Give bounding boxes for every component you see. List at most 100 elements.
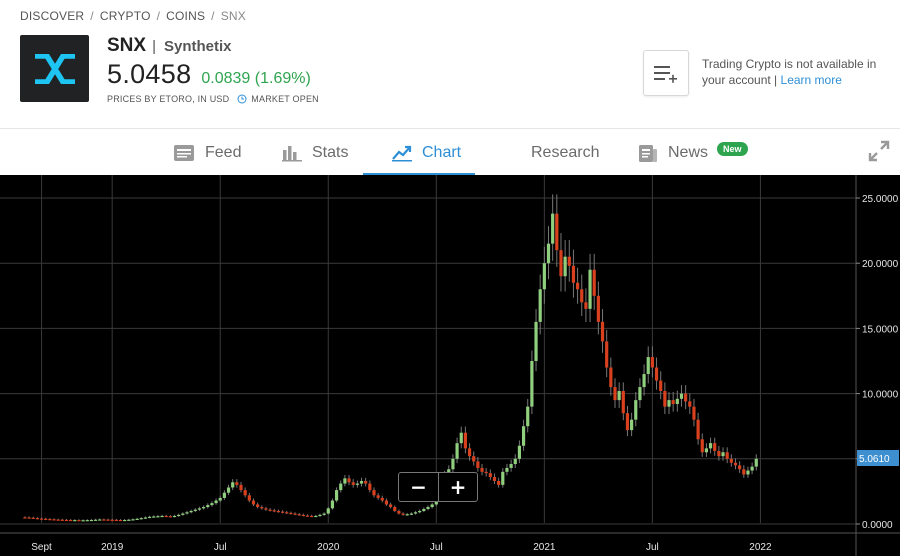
candle-body xyxy=(347,478,351,483)
candle-body xyxy=(268,509,272,511)
x-tick-label: 2020 xyxy=(317,542,340,553)
candle-body xyxy=(663,390,667,407)
stats-icon xyxy=(282,144,302,162)
price-source-line: PRICES BY ETORO, IN USD MARKET OPEN xyxy=(107,94,319,104)
candle-body xyxy=(409,513,413,515)
zoom-controls: − + xyxy=(398,472,478,502)
candle-body xyxy=(671,400,675,405)
candle-body xyxy=(463,432,467,449)
candle-body xyxy=(226,487,231,493)
feed-icon xyxy=(173,144,195,162)
price-chart[interactable]: 25.000020.000015.000010.00005.00000.0000… xyxy=(0,175,900,556)
candle-body xyxy=(202,507,206,509)
candle-body xyxy=(621,390,625,414)
y-tick-label: 15.0000 xyxy=(862,324,899,335)
tab-research[interactable]: Research xyxy=(531,129,599,176)
candle-body xyxy=(538,289,542,322)
candle-body xyxy=(401,513,405,515)
breadcrumb-crypto[interactable]: CRYPTO xyxy=(100,9,151,23)
candle-body xyxy=(733,462,738,466)
candle-body xyxy=(509,464,513,468)
candle-body xyxy=(77,520,81,522)
tab-news[interactable]: News New xyxy=(638,129,748,176)
candle-body xyxy=(551,213,555,244)
candle-body xyxy=(310,515,314,518)
candle-body xyxy=(617,390,621,401)
candle-body xyxy=(39,518,44,520)
candle-body xyxy=(276,510,281,513)
candle-body xyxy=(235,482,239,485)
add-to-watchlist-button[interactable] xyxy=(643,50,689,96)
tab-chart[interactable]: Chart xyxy=(392,129,461,176)
candle-body xyxy=(334,490,339,501)
x-tick-label: Jul xyxy=(646,542,659,553)
candle-body xyxy=(667,400,671,407)
candle-body xyxy=(364,480,368,484)
asset-price: 5.0458 xyxy=(107,59,192,89)
candle-body xyxy=(746,470,750,475)
tab-stats[interactable]: Stats xyxy=(282,129,348,176)
title-separator: | xyxy=(152,38,156,55)
candle-body xyxy=(517,445,522,459)
price-source: PRICES BY ETORO, IN USD xyxy=(107,94,230,104)
candle-body xyxy=(754,458,758,467)
candle-body xyxy=(326,508,330,514)
candle-body xyxy=(251,500,256,505)
tab-feed[interactable]: Feed xyxy=(173,129,241,176)
breadcrumb-discover[interactable]: DISCOVER xyxy=(20,9,84,23)
candle-body xyxy=(98,519,102,521)
candle-body xyxy=(69,519,73,522)
candle-body xyxy=(85,520,89,522)
candle-body xyxy=(297,514,301,516)
candle-body xyxy=(646,357,650,375)
fullscreen-button[interactable] xyxy=(868,140,890,167)
candle-body xyxy=(725,452,729,459)
candle-body xyxy=(172,515,177,518)
breadcrumb-coins[interactable]: COINS xyxy=(166,9,205,23)
candle-body xyxy=(123,519,127,522)
candle-body xyxy=(708,443,713,449)
candle-body xyxy=(256,504,260,508)
candle-body xyxy=(372,490,376,496)
tab-label: Research xyxy=(531,143,600,161)
learn-more-link[interactable]: Learn more xyxy=(781,73,842,87)
candle-body xyxy=(546,243,551,264)
candle-body xyxy=(185,512,189,514)
tab-label: News xyxy=(668,143,709,161)
breadcrumb-separator: / xyxy=(211,9,215,23)
candle-body xyxy=(650,357,654,368)
candle-body xyxy=(692,406,696,420)
candle-body xyxy=(147,516,152,519)
candle-body xyxy=(289,512,293,515)
trading-notice: Trading Crypto is not available in your … xyxy=(702,56,882,88)
candle-body xyxy=(48,519,52,521)
asset-title: SNX | Synthetix xyxy=(107,35,232,57)
candle-body xyxy=(322,513,326,515)
candle-body xyxy=(114,519,118,522)
candle-body xyxy=(638,387,642,401)
candle-body xyxy=(534,321,538,361)
candle-body xyxy=(393,507,397,511)
candle-body xyxy=(704,448,709,453)
candle-body xyxy=(738,465,742,470)
candle-body xyxy=(64,519,69,522)
candle-body xyxy=(679,393,684,399)
candle-body xyxy=(588,269,592,309)
candle-body xyxy=(280,511,285,513)
candle-body xyxy=(218,497,222,501)
y-tick-label: 0.0000 xyxy=(862,520,893,531)
candle-body xyxy=(214,500,218,504)
candle-body xyxy=(413,512,418,514)
candle-body xyxy=(422,509,426,511)
price-line: 5.0458 0.0839 (1.69%) xyxy=(107,59,311,90)
candle-body xyxy=(143,517,148,519)
zoom-in-button[interactable]: + xyxy=(437,473,477,501)
zoom-out-button[interactable]: − xyxy=(399,473,438,501)
candle-body xyxy=(106,519,110,521)
candle-body xyxy=(31,517,35,519)
candle-body xyxy=(139,518,143,520)
page: DISCOVER / CRYPTO / COINS / SNX SNX | Sy… xyxy=(0,0,900,556)
candle-body xyxy=(696,419,700,440)
candle-body xyxy=(127,519,131,521)
candle-body xyxy=(684,393,688,402)
